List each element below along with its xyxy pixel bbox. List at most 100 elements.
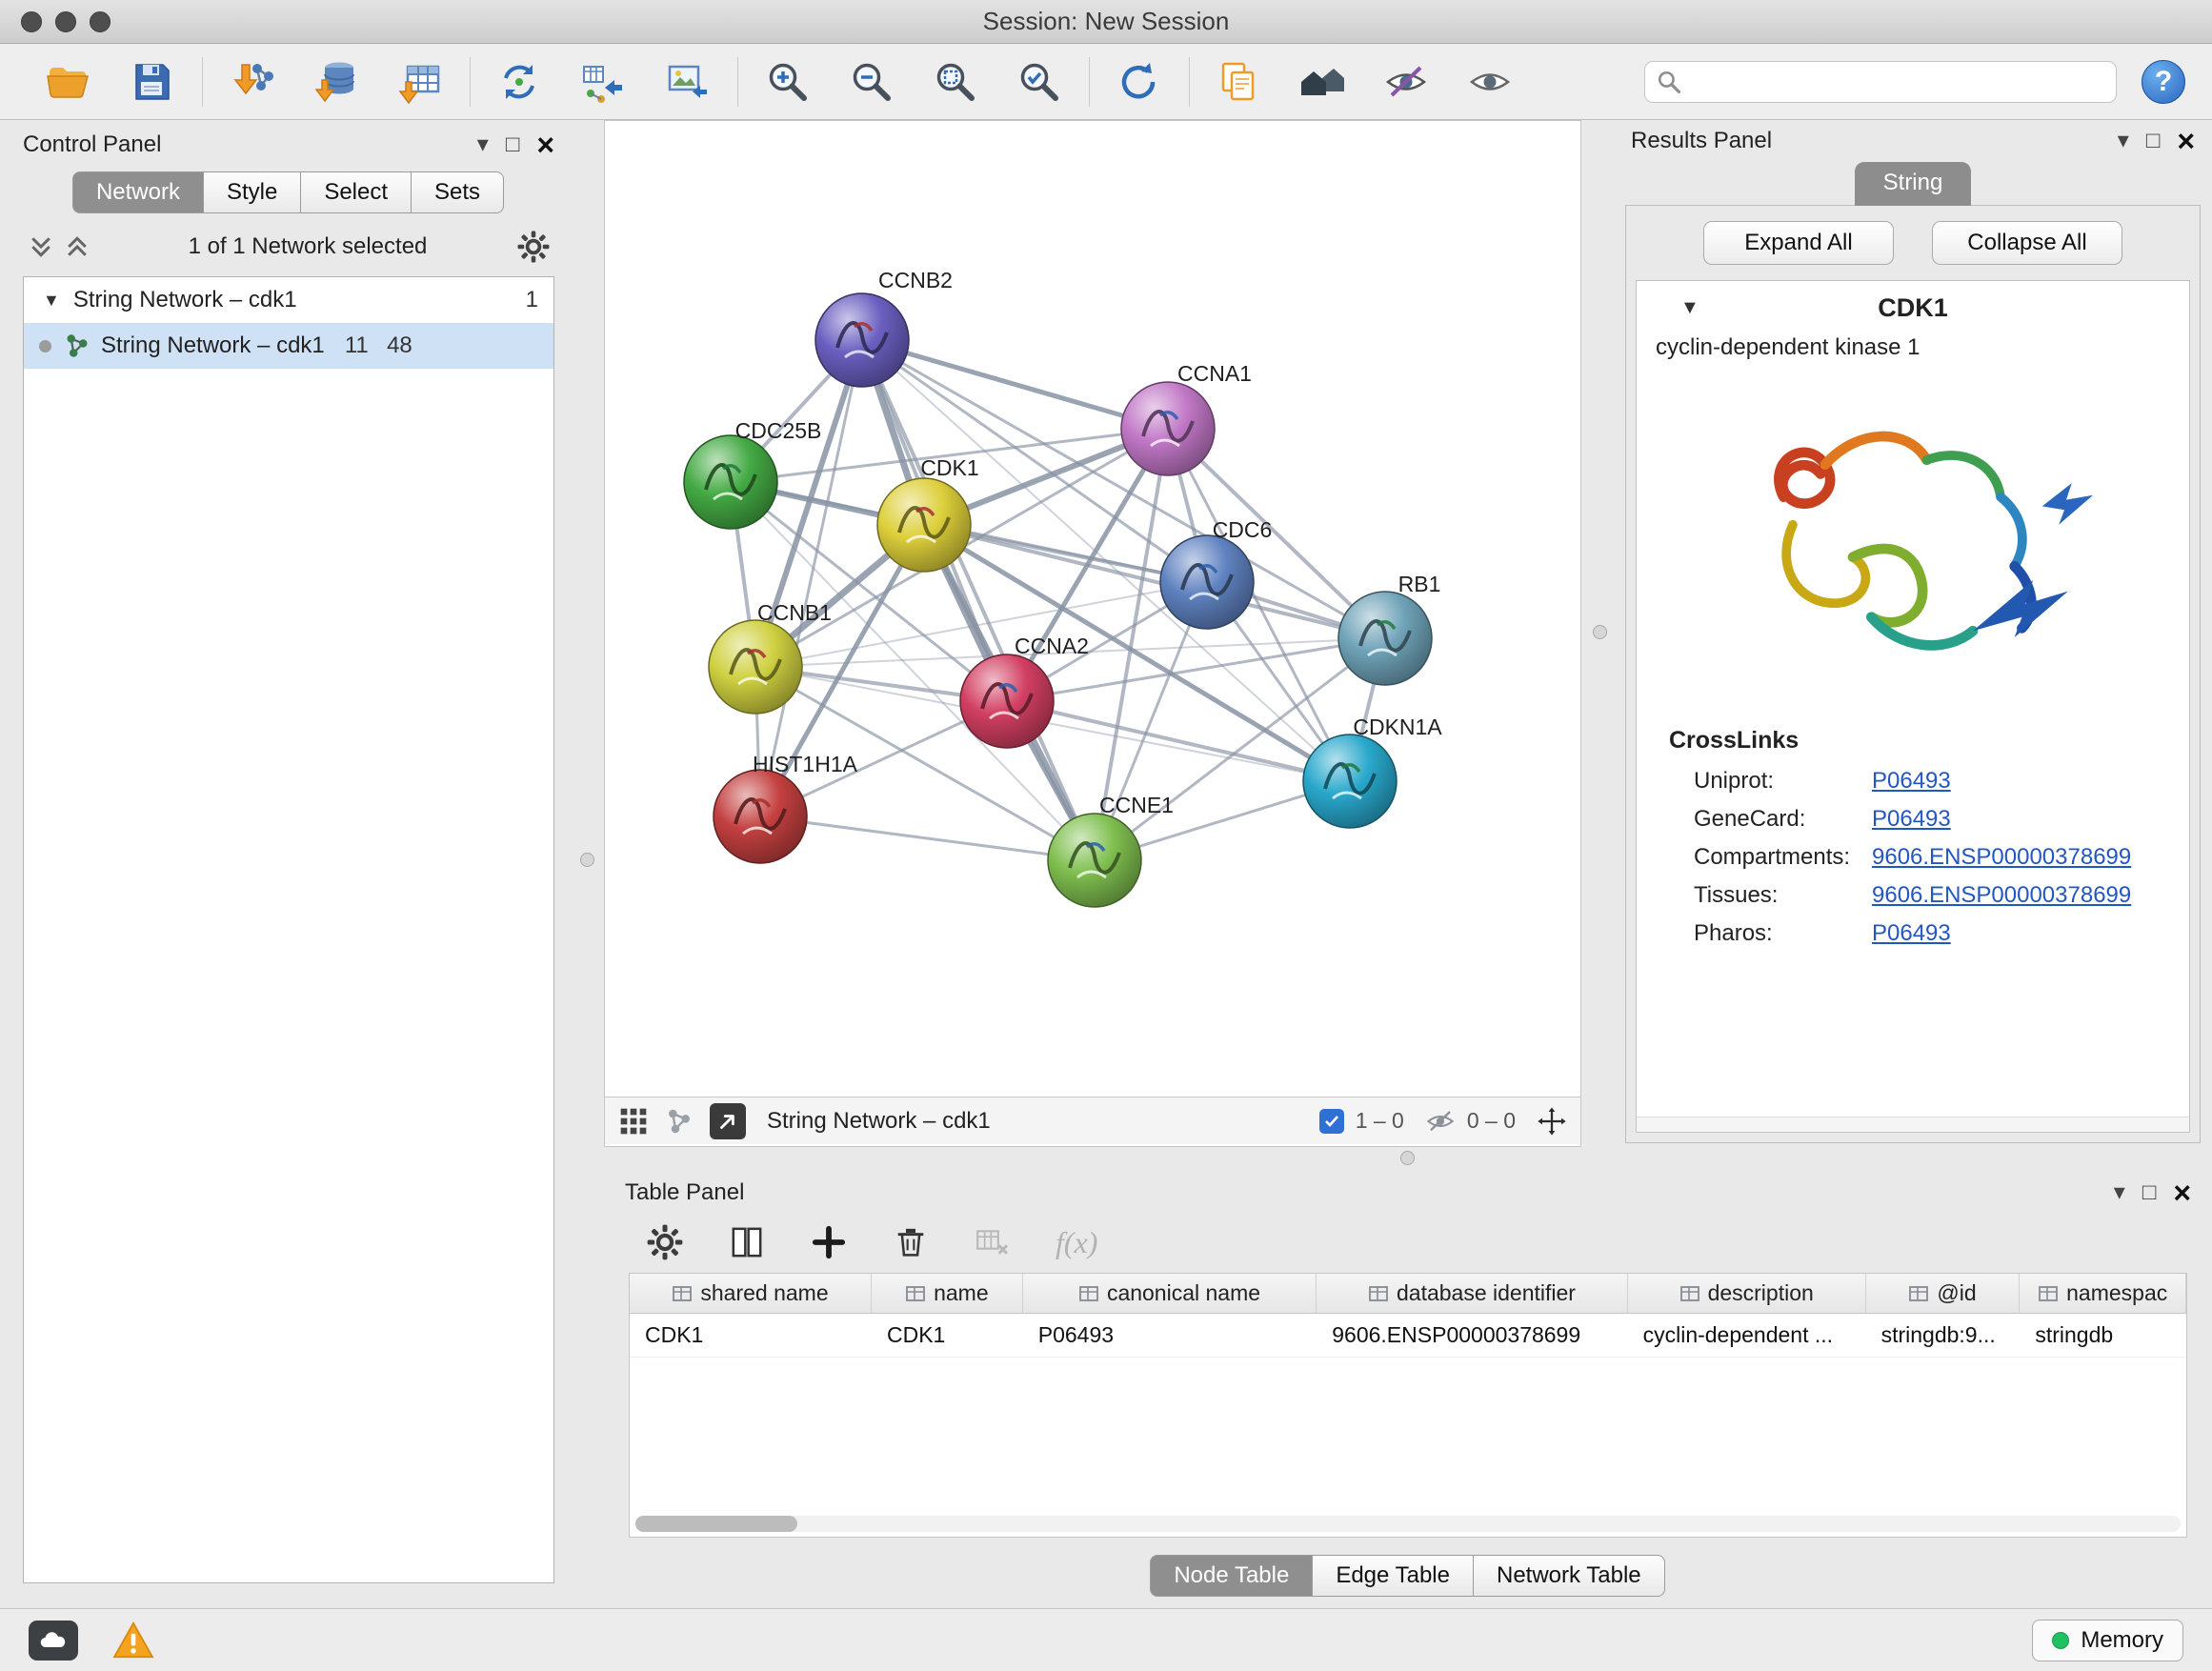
network-node-HIST1H1A[interactable] — [714, 770, 807, 863]
network-node-CCNB1[interactable] — [709, 620, 802, 714]
refresh-button[interactable] — [1111, 53, 1166, 111]
save-session-button[interactable] — [124, 53, 179, 111]
cloud-button[interactable] — [29, 1621, 78, 1661]
expand-all-button[interactable]: Expand All — [1703, 221, 1894, 265]
network-canvas[interactable]: CCNB2CCNA1CDC25BCDK1CDC6RB1CCNB1CCNA2CDK… — [605, 121, 1580, 1097]
bottom-splitter-handle[interactable] — [1400, 1151, 1415, 1165]
panel-float-icon[interactable]: ▾ — [2118, 130, 2129, 152]
crosslink-link[interactable]: P06493 — [1872, 920, 1951, 947]
column-header-namespac[interactable]: namespac — [2020, 1274, 2186, 1313]
collapse-all-icon[interactable] — [27, 232, 55, 261]
left-splitter-handle[interactable] — [580, 853, 594, 867]
network-edge[interactable] — [862, 340, 1095, 860]
hidden-eye-slash-icon[interactable] — [1425, 1106, 1456, 1137]
hide-selected-button[interactable] — [1378, 53, 1434, 111]
panel-close-icon[interactable]: × — [2177, 126, 2195, 156]
pan-move-icon[interactable] — [1537, 1106, 1567, 1137]
crosslink-link[interactable]: P06493 — [1872, 806, 1951, 833]
expand-all-icon[interactable] — [63, 232, 91, 261]
show-all-button[interactable] — [1462, 53, 1518, 111]
tab-string[interactable]: String — [1855, 162, 1972, 206]
crosslink-link[interactable]: P06493 — [1872, 768, 1951, 795]
scrollbar-thumb[interactable] — [635, 1516, 797, 1532]
network-node-CDC25B[interactable] — [684, 435, 777, 529]
panel-close-icon[interactable]: × — [536, 130, 554, 160]
selected-checkbox-icon[interactable] — [1319, 1109, 1344, 1134]
network-edge[interactable] — [760, 340, 862, 816]
crosslink-link[interactable]: 9606.ENSP00000378699 — [1872, 844, 2131, 871]
table-cell[interactable]: stringdb:9... — [1866, 1314, 2021, 1357]
import-table-from-file-button[interactable] — [392, 53, 447, 111]
tab-network-table[interactable]: Network Table — [1473, 1555, 1665, 1597]
table-cell[interactable]: P06493 — [1023, 1314, 1317, 1357]
birdseye-view-button[interactable] — [710, 1103, 746, 1139]
zoom-in-button[interactable] — [759, 53, 814, 111]
column-header-name[interactable]: name — [872, 1274, 1023, 1313]
table-cell[interactable]: 9606.ENSP00000378699 — [1317, 1314, 1627, 1357]
network-node-CCNB2[interactable] — [815, 293, 909, 387]
network-node-RB1[interactable] — [1338, 592, 1432, 685]
panel-maximize-icon[interactable]: □ — [506, 133, 520, 156]
table-row[interactable]: CDK1CDK1P064939606.ENSP00000378699cyclin… — [630, 1314, 2186, 1358]
network-node-CDC6[interactable] — [1160, 535, 1254, 629]
open-session-button[interactable] — [40, 53, 95, 111]
tab-style[interactable]: Style — [203, 171, 301, 213]
network-row[interactable]: String Network – cdk1 11 48 — [24, 323, 553, 369]
collapse-triangle-icon[interactable]: ▼ — [43, 291, 60, 311]
network-node-CCNA1[interactable] — [1121, 382, 1215, 475]
grid-view-icon[interactable] — [618, 1106, 649, 1137]
right-splitter-handle[interactable] — [1593, 625, 1607, 639]
table-cell[interactable]: CDK1 — [630, 1314, 872, 1357]
column-header-@id[interactable]: @id — [1866, 1274, 2021, 1313]
table-cell[interactable]: cyclin-dependent ... — [1628, 1314, 1866, 1357]
tab-sets[interactable]: Sets — [411, 171, 504, 213]
table-cell[interactable]: CDK1 — [872, 1314, 1023, 1357]
network-node-CDK1[interactable] — [877, 478, 971, 572]
collapse-triangle-icon[interactable]: ▼ — [1680, 297, 1699, 319]
column-header-shared-name[interactable]: shared name — [630, 1274, 872, 1313]
collapse-all-button[interactable]: Collapse All — [1932, 221, 2122, 265]
home-views-button[interactable] — [1295, 53, 1350, 111]
share-view-icon[interactable] — [664, 1106, 694, 1137]
network-node-CCNE1[interactable] — [1048, 814, 1141, 907]
network-edge[interactable] — [1007, 701, 1350, 781]
network-node-CCNA2[interactable] — [960, 654, 1054, 748]
panel-maximize-icon[interactable]: □ — [2146, 130, 2161, 152]
add-column-icon[interactable] — [810, 1223, 848, 1261]
zoom-out-button[interactable] — [843, 53, 898, 111]
panel-close-icon[interactable]: × — [2173, 1178, 2191, 1208]
help-button[interactable]: ? — [2142, 60, 2185, 104]
tab-network[interactable]: Network — [72, 171, 204, 213]
search-input[interactable] — [1689, 69, 2104, 94]
column-header-database-identifier[interactable]: database identifier — [1317, 1274, 1627, 1313]
copy-documents-button[interactable] — [1211, 53, 1266, 111]
zoom-fit-button[interactable] — [927, 53, 982, 111]
zoom-selected-button[interactable] — [1011, 53, 1066, 111]
crosslink-link[interactable]: 9606.ENSP00000378699 — [1872, 882, 2131, 909]
tab-edge-table[interactable]: Edge Table — [1312, 1555, 1474, 1597]
tab-select[interactable]: Select — [300, 171, 412, 213]
network-transform-button[interactable] — [492, 53, 547, 111]
network-edge[interactable] — [862, 340, 1168, 429]
panel-float-icon[interactable]: ▾ — [477, 133, 489, 156]
network-table-transfer-button[interactable] — [575, 53, 631, 111]
column-header-description[interactable]: description — [1628, 1274, 1866, 1313]
tab-node-table[interactable]: Node Table — [1150, 1555, 1313, 1597]
protein-title-row[interactable]: ▼ CDK1 — [1637, 281, 2189, 334]
horizontal-scrollbar[interactable] — [1637, 1117, 2189, 1132]
horizontal-scrollbar[interactable] — [635, 1516, 2181, 1532]
memory-button[interactable]: Memory — [2032, 1620, 2183, 1661]
table-cell[interactable]: stringdb — [2020, 1314, 2186, 1357]
network-node-CDKN1A[interactable] — [1303, 735, 1397, 828]
network-collection-row[interactable]: ▼ String Network – cdk1 1 — [24, 277, 553, 323]
panel-float-icon[interactable]: ▾ — [2114, 1181, 2125, 1204]
network-edge[interactable] — [760, 816, 1095, 860]
import-network-from-database-button[interactable] — [308, 53, 363, 111]
show-columns-icon[interactable] — [728, 1223, 766, 1261]
delete-column-trash-icon[interactable] — [892, 1223, 930, 1261]
export-image-button[interactable] — [659, 53, 714, 111]
panel-maximize-icon[interactable]: □ — [2142, 1181, 2157, 1204]
gear-icon[interactable] — [516, 230, 551, 264]
warning-icon[interactable] — [112, 1621, 154, 1660]
column-header-canonical-name[interactable]: canonical name — [1023, 1274, 1317, 1313]
